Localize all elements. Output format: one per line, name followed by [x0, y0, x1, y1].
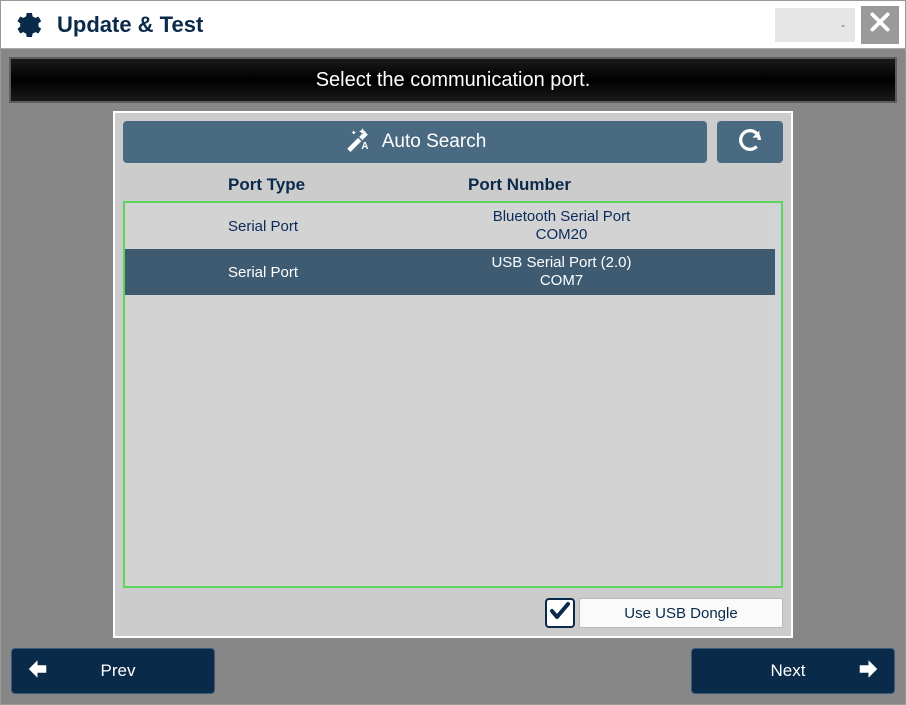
prev-button[interactable]: Prev [11, 648, 215, 694]
refresh-button[interactable] [717, 121, 783, 163]
port-type-cell: Serial Port [228, 218, 468, 235]
next-button[interactable]: Next [691, 648, 895, 694]
port-row[interactable]: Serial PortBluetooth Serial PortCOM20 [125, 203, 775, 249]
language-selector[interactable]: - [775, 8, 855, 42]
close-icon [867, 9, 893, 40]
port-number-cell: Bluetooth Serial PortCOM20 [468, 208, 775, 244]
scrollbar[interactable] [775, 203, 781, 586]
arrow-left-icon [20, 654, 50, 689]
port-number-cell: USB Serial Port (2.0)COM7 [468, 254, 775, 290]
close-button[interactable] [861, 6, 899, 44]
auto-search-label: Auto Search [382, 131, 487, 153]
gear-icon [9, 8, 43, 42]
check-icon [548, 599, 572, 628]
window-title: Update & Test [57, 12, 775, 38]
column-headers: Port Type Port Number [123, 169, 783, 201]
col-header-number: Port Number [468, 175, 571, 195]
nav-row: Prev Next [9, 646, 897, 696]
use-usb-dongle-checkbox[interactable] [545, 598, 575, 628]
port-row[interactable]: Serial PortUSB Serial Port (2.0)COM7 [125, 249, 775, 295]
dongle-row: Use USB Dongle [123, 598, 783, 628]
use-usb-dongle-label: Use USB Dongle [579, 598, 783, 628]
port-panel: A Auto Search Port Type Port Number [113, 111, 793, 638]
titlebar: Update & Test - [1, 1, 905, 49]
svg-text:A: A [361, 141, 368, 152]
auto-search-button[interactable]: A Auto Search [123, 121, 707, 163]
col-header-type: Port Type [228, 175, 468, 195]
arrow-right-icon [856, 654, 886, 689]
refresh-icon [736, 126, 764, 159]
prev-label: Prev [50, 661, 214, 681]
port-list: Serial PortBluetooth Serial PortCOM20Ser… [123, 201, 783, 588]
window: Update & Test - Select the communication… [0, 0, 906, 705]
wizard-icon: A [344, 126, 370, 158]
instruction-banner: Select the communication port. [9, 57, 897, 103]
port-type-cell: Serial Port [228, 264, 468, 281]
content-area: A Auto Search Port Type Port Number [9, 103, 897, 638]
panel-top-row: A Auto Search [123, 121, 783, 163]
workspace: Select the communication port. A Auto Se… [1, 49, 905, 704]
instruction-text: Select the communication port. [316, 69, 591, 92]
next-label: Next [692, 661, 856, 681]
